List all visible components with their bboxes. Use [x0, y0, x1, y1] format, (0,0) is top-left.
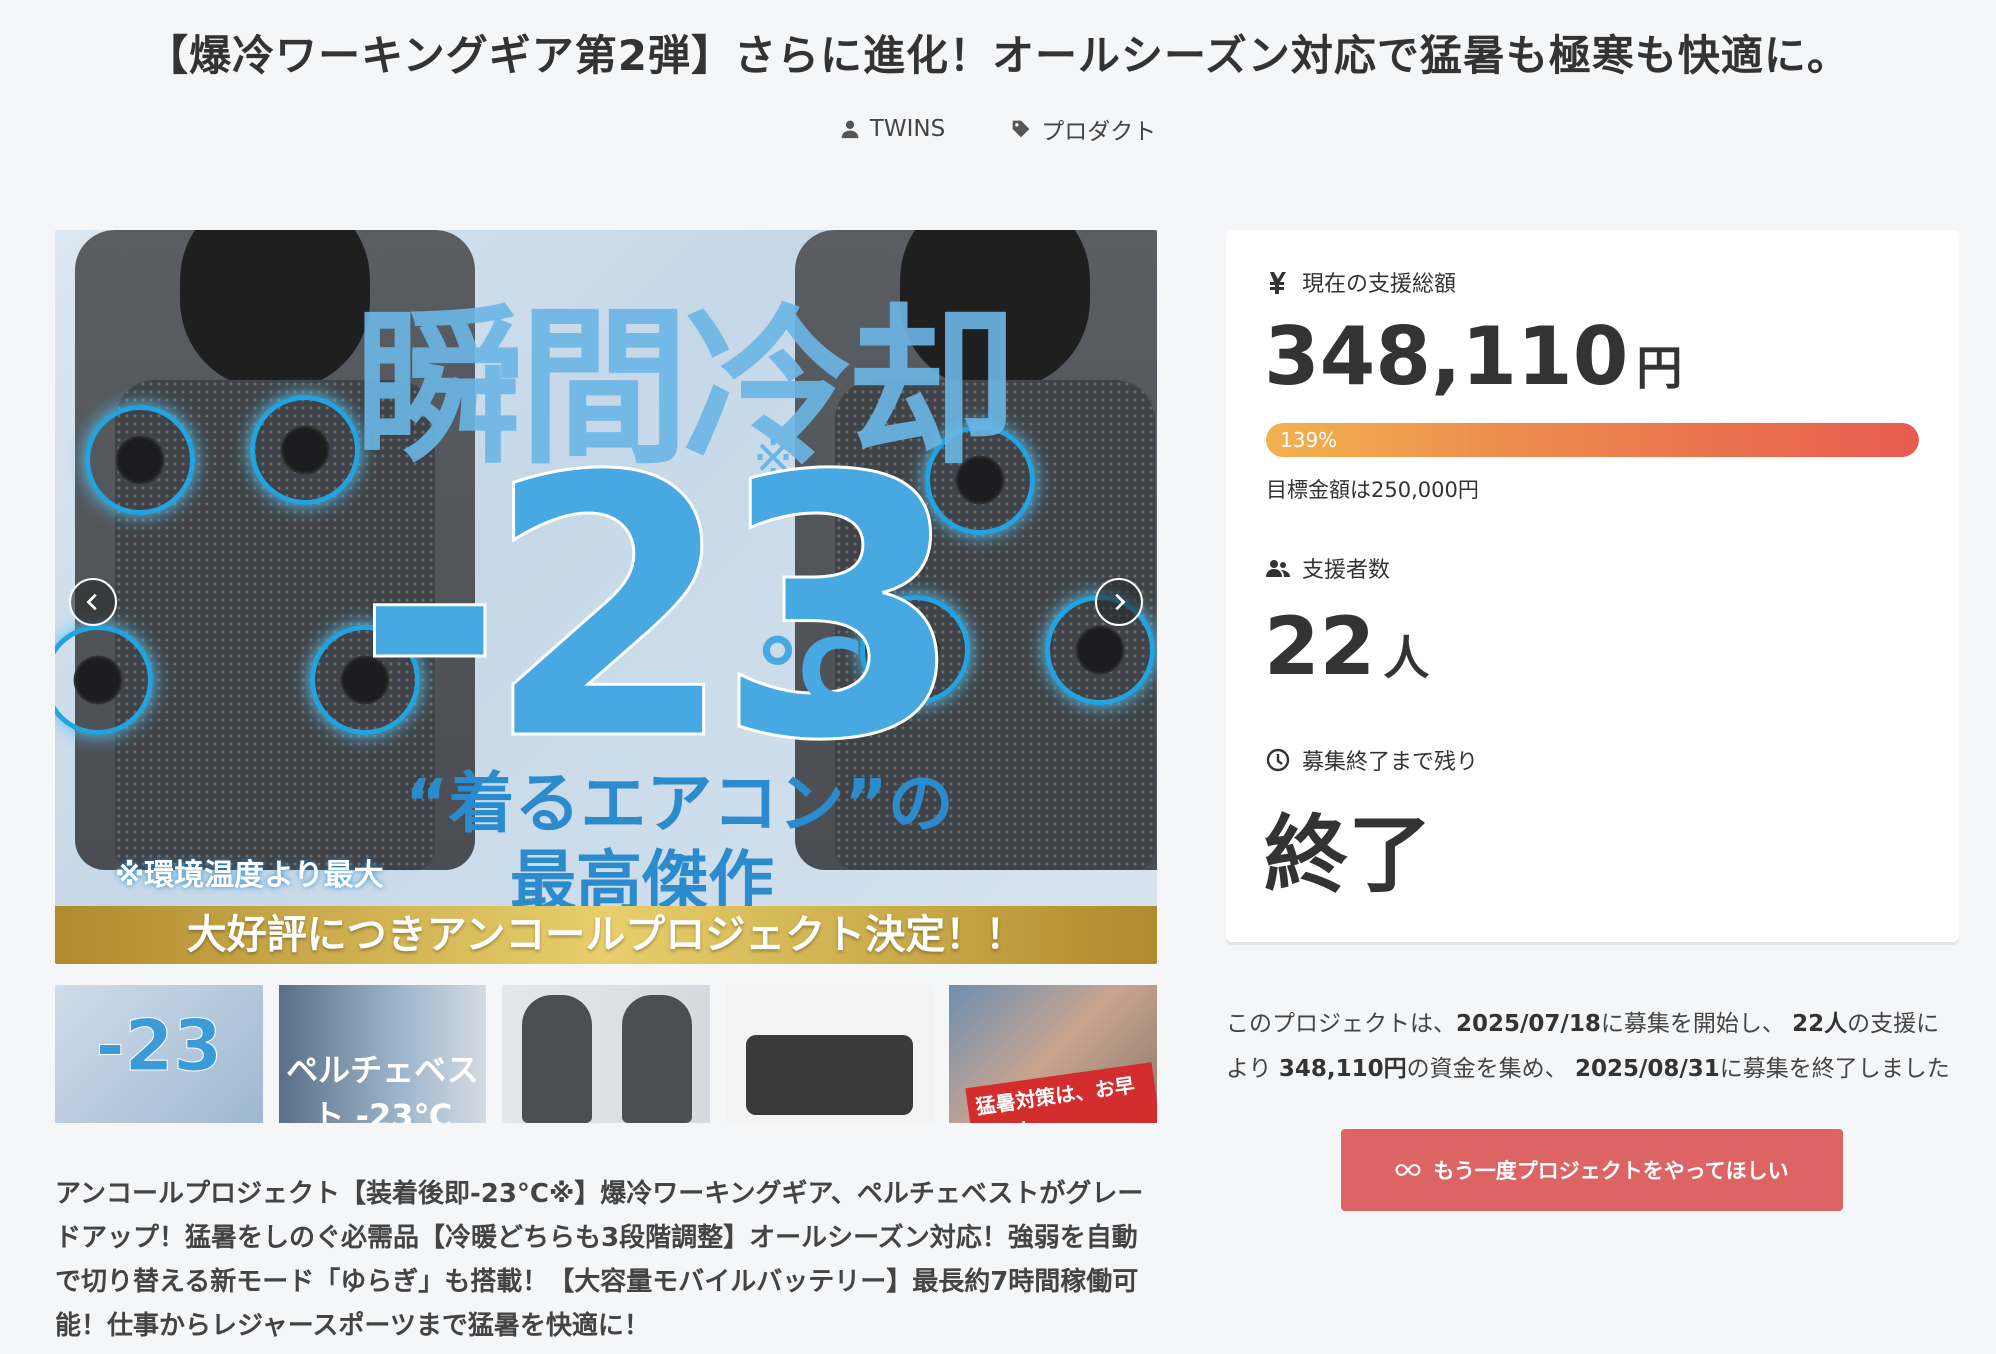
thumbnail-text: ペルチェベスト -23℃ — [286, 1051, 479, 1123]
backers-unit: 人 — [1383, 631, 1430, 685]
vest-detail-figure — [745, 1035, 914, 1115]
remaining-value: 終了 — [1264, 806, 1433, 904]
total-label: 現在の支援総額 — [1266, 266, 1456, 298]
headline-note: ※環境温度より最大 — [115, 858, 384, 893]
carousel-next-button[interactable] — [1095, 578, 1143, 626]
tag-icon — [1012, 120, 1030, 138]
total-unit: 円 — [1636, 341, 1683, 395]
fan-icon — [250, 395, 360, 505]
thumbnail-3[interactable] — [502, 985, 710, 1123]
request-encore-button[interactable]: もう一度プロジェクトをやってほしい — [1341, 1129, 1843, 1211]
thumbnail-strip: -23 ペルチェベスト -23℃ 猛暑対策は、お早めに！ — [55, 985, 1157, 1123]
thumbnail-4[interactable] — [725, 985, 934, 1123]
main-project-image[interactable]: 瞬間冷却 ※ -23 ℃ “着るエアコン”の 最高傑作 ※環境温度より最大 大好… — [55, 230, 1157, 964]
user-icon — [841, 120, 859, 139]
thumbnail-2[interactable]: ペルチェベスト -23℃ — [278, 985, 487, 1123]
goal-amount: 目標金額は250,000円 — [1266, 478, 1479, 502]
summary-amount: 348,110円 — [1278, 1056, 1407, 1082]
total-amount: 348,110 円 — [1264, 310, 1683, 403]
users-icon — [1266, 560, 1290, 577]
category-link[interactable]: プロダクト — [1011, 112, 1156, 146]
model-figure — [522, 995, 593, 1123]
project-description: アンコールプロジェクト【装着後即-23°C※】爆冷ワーキングギア、ペルチェベスト… — [55, 1179, 1144, 1341]
chevron-left-icon — [86, 593, 97, 611]
thumbnail-text: -23 — [95, 1005, 223, 1088]
summary-backers: 22人 — [1792, 1011, 1848, 1037]
owner-name: TWINS — [869, 116, 946, 142]
yen-icon — [1270, 272, 1286, 294]
remaining-label: 募集終了まで残り — [1266, 744, 1478, 776]
stats-card: 現在の支援総額 348,110 円 139% 目標金額は250,000円 支援者数… — [1226, 230, 1959, 942]
owner-link[interactable]: TWINS — [840, 112, 945, 146]
carousel-prev-button[interactable] — [69, 578, 117, 626]
end-date: 2025/08/31 — [1574, 1056, 1720, 1082]
headline-degree: ℃ — [755, 620, 864, 725]
project-summary: このプロジェクトは、2025/07/18に募集を開始し、 22人の支援により 3… — [1226, 1011, 1950, 1082]
model-figure — [622, 995, 693, 1123]
progress-fill: 139% — [1266, 423, 1919, 457]
start-date: 2025/07/18 — [1456, 1011, 1601, 1037]
thumbnail-5[interactable]: 猛暑対策は、お早めに！ — [949, 985, 1157, 1123]
chevron-right-icon — [1115, 593, 1126, 611]
page-title: 【爆冷ワーキングギア第2弾】さらに進化！オールシーズン対応で猛暑も極寒も快適に。 — [146, 31, 1850, 80]
thumbnail-text: 猛暑対策は、お早めに！ — [965, 1062, 1157, 1123]
funding-progress-bar: 139% — [1266, 423, 1919, 457]
request-encore-label: もう一度プロジェクトをやってほしい — [1433, 1159, 1789, 1183]
thumbnail-1[interactable]: -23 — [55, 985, 263, 1123]
backers-label: 支援者数 — [1266, 552, 1390, 584]
clock-icon — [1266, 748, 1290, 772]
headline-number: -23 — [353, 400, 966, 819]
project-meta: TWINS プロダクト — [0, 112, 1996, 146]
fan-icon — [85, 405, 195, 515]
category-name: プロダクト — [1041, 119, 1157, 145]
infinity-icon — [1395, 1164, 1421, 1176]
encore-banner: 大好評につきアンコールプロジェクト決定！！ — [55, 906, 1157, 964]
backers-count: 22 人 — [1264, 600, 1430, 693]
